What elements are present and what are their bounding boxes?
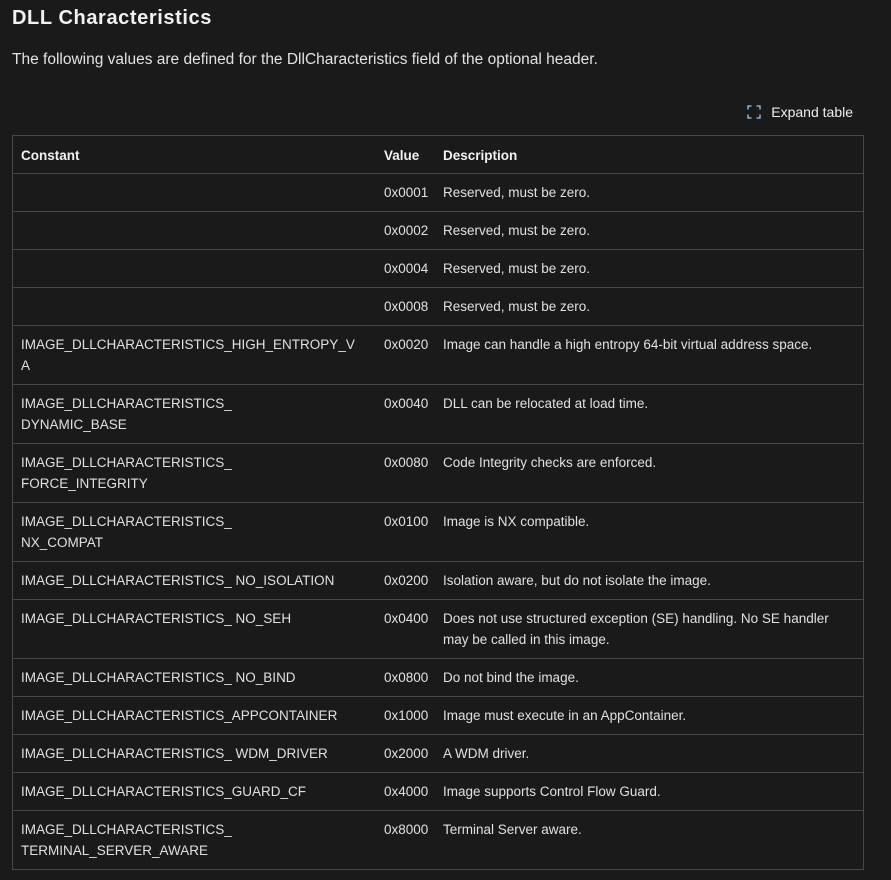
value-cell: 0x0100 [375, 502, 435, 562]
intro-paragraph: The following values are defined for the… [12, 51, 598, 68]
description-cell: Image can handle a high entropy 64-bit v… [435, 325, 863, 385]
value-cell: 0x4000 [375, 772, 435, 811]
constant-cell: IMAGE_DLLCHARACTERISTICS_ TERMINAL_SERVER… [21, 822, 232, 858]
table-row: IMAGE_DLLCHARACTERISTICS_ NO_ISOLATION 0x… [13, 561, 863, 600]
value-cell: 0x0080 [375, 443, 435, 503]
constant-cell: IMAGE_DLLCHARACTERISTICS_ NO_ISOLATION [13, 561, 375, 600]
value-cell: 0x0200 [375, 561, 435, 600]
table-row: IMAGE_DLLCHARACTERISTICS_APPCONTAINER 0x1… [13, 696, 863, 735]
value-cell: 0x0800 [375, 658, 435, 697]
table-row: IMAGE_DLLCHARACTERISTICS_ WDM_DRIVER 0x20… [13, 734, 863, 773]
constant-cell [13, 173, 375, 212]
table-row: IMAGE_DLLCHARACTERISTICS_HIGH_ENTROPY_VA… [13, 325, 863, 385]
constant-cell: IMAGE_DLLCHARACTERISTICS_GUARD_CF [13, 772, 375, 811]
table-row: IMAGE_DLLCHARACTERISTICS_GUARD_CF 0x4000 I… [13, 772, 863, 811]
table-header-row: Constant Value Description [13, 136, 863, 174]
value-cell: 0x0020 [375, 325, 435, 385]
table-row: 0x0008 Reserved, must be zero. [13, 287, 863, 326]
expand-table-button[interactable]: Expand table [747, 101, 853, 123]
table-row: 0x0002 Reserved, must be zero. [13, 211, 863, 250]
description-cell: Image supports Control Flow Guard. [435, 772, 863, 811]
constant-cell [13, 287, 375, 326]
value-cell: 0x0001 [375, 173, 435, 212]
header-description: Description [435, 136, 863, 174]
description-cell: Code Integrity checks are enforced. [435, 443, 863, 503]
value-cell: 0x1000 [375, 696, 435, 735]
constant-cell: IMAGE_DLLCHARACTERISTICS_APPCONTAINER [13, 696, 375, 735]
expand-table-label: Expand table [771, 104, 853, 120]
description-cell: Isolation aware, but do not isolate the … [435, 561, 863, 600]
value-cell: 0x0004 [375, 249, 435, 288]
description-cell: Image is NX compatible. [435, 502, 863, 562]
value-cell: 0x2000 [375, 734, 435, 773]
table-row: IMAGE_DLLCHARACTERISTICS_ NO_SEH 0x0400 Do… [13, 599, 863, 659]
description-cell: Do not bind the image. [435, 658, 863, 697]
description-cell: Reserved, must be zero. [435, 287, 863, 326]
value-cell: 0x0040 [375, 384, 435, 444]
table-row: IMAGE_DLLCHARACTERISTICS_ TERMINAL_SERVER… [13, 811, 863, 870]
description-cell: Reserved, must be zero. [435, 249, 863, 288]
description-cell: Terminal Server aware. [443, 822, 582, 837]
constant-cell [13, 211, 375, 250]
value-cell: 0x8000 [384, 822, 429, 837]
table-row: IMAGE_DLLCHARACTERISTICS_ NO_BIND 0x0800 D… [13, 658, 863, 697]
page-heading: DLL Characteristics [12, 7, 212, 29]
dll-characteristics-table: Constant Value Description 0x0001 Reserve… [12, 135, 864, 870]
description-cell: Image must execute in an AppContainer. [435, 696, 863, 735]
constant-cell: IMAGE_DLLCHARACTERISTICS_ FORCE_INTEGRITY [13, 443, 375, 503]
expand-icon [747, 105, 761, 119]
constant-cell: IMAGE_DLLCHARACTERISTICS_ NO_SEH [13, 599, 375, 659]
table-row: IMAGE_DLLCHARACTERISTICS_ NX_COMPAT 0x0100… [13, 502, 863, 562]
header-value: Value [375, 136, 435, 174]
table-row: 0x0001 Reserved, must be zero. [13, 173, 863, 212]
constant-cell: IMAGE_DLLCHARACTERISTICS_ DYNAMIC_BASE [13, 384, 375, 444]
value-cell: 0x0400 [375, 599, 435, 659]
constant-cell: IMAGE_DLLCHARACTERISTICS_ NX_COMPAT [13, 502, 375, 562]
value-cell: 0x0002 [375, 211, 435, 250]
description-cell: Reserved, must be zero. [435, 211, 863, 250]
description-cell: Does not use structured exception (SE) h… [435, 599, 863, 659]
description-cell: DLL can be relocated at load time. [435, 384, 863, 444]
constant-cell: IMAGE_DLLCHARACTERISTICS_HIGH_ENTROPY_VA [13, 325, 375, 385]
constant-cell [13, 249, 375, 288]
table-row: IMAGE_DLLCHARACTERISTICS_ DYNAMIC_BASE 0x0… [13, 384, 863, 444]
value-cell: 0x0008 [375, 287, 435, 326]
header-constant: Constant [13, 136, 375, 174]
table-row: 0x0004 Reserved, must be zero. [13, 249, 863, 288]
table-row: IMAGE_DLLCHARACTERISTICS_ FORCE_INTEGRITY… [13, 443, 863, 503]
description-cell: Reserved, must be zero. [435, 173, 863, 212]
description-cell: A WDM driver. [435, 734, 863, 773]
constant-cell: IMAGE_DLLCHARACTERISTICS_ WDM_DRIVER [13, 734, 375, 773]
constant-cell: IMAGE_DLLCHARACTERISTICS_ NO_BIND [13, 658, 375, 697]
